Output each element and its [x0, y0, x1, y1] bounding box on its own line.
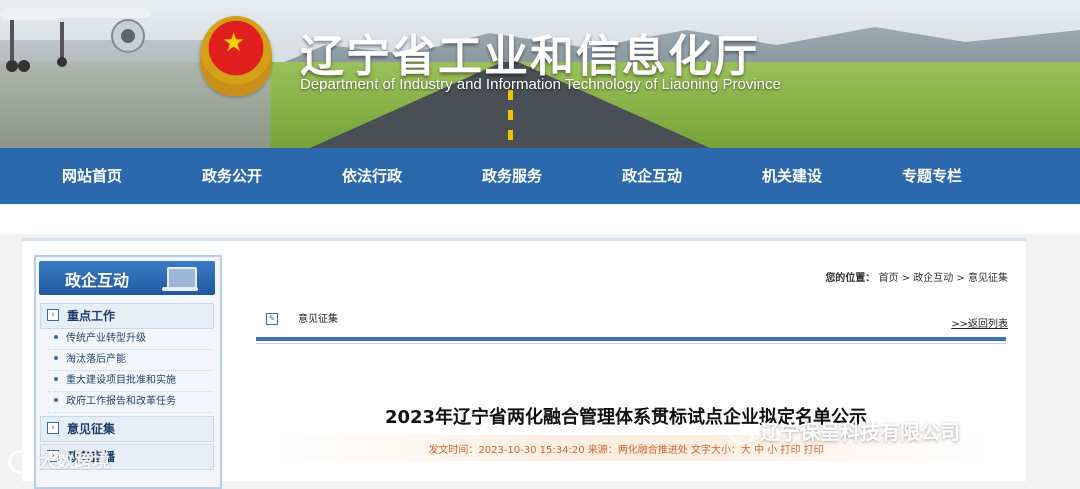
watermark-logo-icon [8, 450, 32, 474]
sidebar-category-opinion-collection[interactable]: › 意见征集 [40, 416, 214, 442]
header-banner: ★ 辽宁省工业和信息化厅 Department of Industry and … [0, 0, 1080, 148]
main-content: 您的位置： 首页 > 政企互动 > 意见征集 ✎ 意见征集 >>返回列表 202… [234, 255, 1018, 485]
sidebar-item-eliminate-capacity[interactable]: 淘汰落后产能 [48, 350, 212, 371]
breadcrumb-separator: > [953, 273, 968, 284]
sidebar-item-gov-report[interactable]: 政府工作报告和改革任务 [48, 392, 212, 413]
page-gap [0, 204, 1080, 234]
breadcrumb-interaction[interactable]: 政企互动 [913, 273, 953, 284]
national-emblem-icon: ★ [200, 16, 272, 96]
laptop-icon [167, 267, 197, 289]
watermark-left-text: 大数跨境 [38, 451, 110, 472]
watermark-right: 辽宁保呈科技有限公司 [730, 416, 960, 445]
sidebar-category-label: 重点工作 [67, 309, 116, 323]
expand-icon: › [47, 309, 59, 321]
back-to-list-link[interactable]: >>返回列表 [951, 315, 1008, 330]
banner-road-line [508, 90, 513, 148]
sidebar-item-label: 重大建设项目批准和实施 [66, 375, 176, 386]
laptop-base [162, 287, 198, 291]
sidebar-item-major-projects[interactable]: 重大建设项目批准和实施 [48, 371, 212, 392]
section-label: 意见征集 [298, 314, 338, 325]
edit-icon: ✎ [266, 313, 278, 325]
watermark-right-text: 辽宁保呈科技有限公司 [760, 420, 960, 444]
section-divider [256, 337, 1006, 341]
main-nav: 网站首页 政务公开 依法行政 政务服务 政企互动 机关建设 专题专栏 [0, 148, 1080, 204]
nav-item-law-administration[interactable]: 依法行政 [312, 148, 432, 204]
nav-item-gov-enterprise-interaction[interactable]: 政企互动 [592, 148, 712, 204]
breadcrumb-home[interactable]: 首页 [879, 273, 899, 284]
expand-icon: › [47, 422, 59, 434]
section-divider-thin [256, 343, 1006, 344]
breadcrumb-label: 您的位置： [825, 273, 876, 284]
bullet-icon [54, 398, 58, 402]
breadcrumb-separator: > [898, 273, 914, 284]
nav-item-gov-services[interactable]: 政务服务 [452, 148, 572, 204]
nav-item-special-topics[interactable]: 专题专栏 [872, 148, 992, 204]
sidebar-category-label: 意见征集 [67, 422, 116, 436]
watermark-left: 大数跨境 [8, 447, 110, 474]
section-header: ✎ 意见征集 >>返回列表 [264, 309, 1008, 337]
bullet-icon [54, 377, 58, 381]
airplane-icon [0, 8, 150, 72]
site-title: 辽宁省工业和信息化厅 [300, 31, 760, 82]
sidebar-item-label: 传统产业转型升级 [66, 333, 146, 344]
nav-item-gov-affairs-open[interactable]: 政务公开 [172, 148, 292, 204]
sidebar-item-label: 淘汰落后产能 [66, 354, 126, 365]
wechat-icon [730, 423, 754, 444]
sidebar-category-key-work[interactable]: › 重点工作 [40, 303, 214, 329]
bullet-icon [54, 356, 58, 360]
site-subtitle: Department of Industry and Information T… [300, 76, 781, 93]
bullet-icon [54, 335, 58, 339]
breadcrumb: 您的位置： 首页 > 政企互动 > 意见征集 [825, 269, 1008, 284]
sidebar-header: 政企互动 [39, 261, 215, 295]
breadcrumb-current: 意见征集 [968, 273, 1008, 284]
sidebar-item-industry-upgrade[interactable]: 传统产业转型升级 [48, 329, 212, 350]
sidebar-title: 政企互动 [65, 271, 130, 290]
sidebar-item-label: 政府工作报告和改革任务 [66, 396, 176, 407]
nav-item-office-building[interactable]: 机关建设 [732, 148, 852, 204]
nav-item-home[interactable]: 网站首页 [32, 148, 152, 204]
